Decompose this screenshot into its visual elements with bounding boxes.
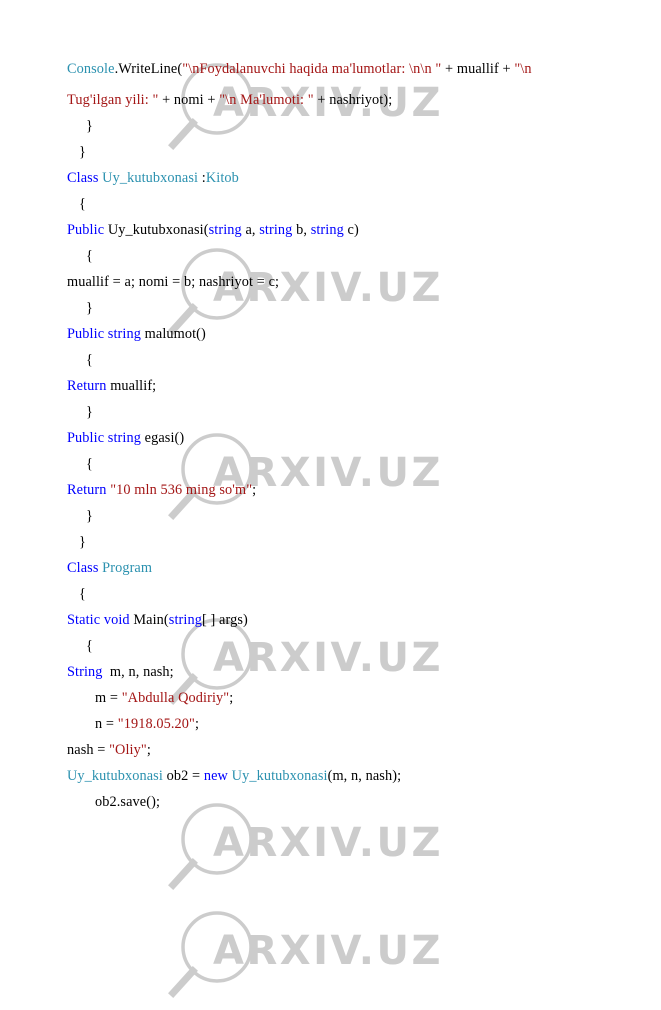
- code-token-keyword: string: [208, 222, 242, 238]
- code-line: {: [79, 586, 86, 602]
- code-token-type: Uy_kutubxonasi: [231, 768, 328, 784]
- code-line: Return "10 mln 536 ming so'm";: [67, 482, 256, 498]
- code-token-string: "Abdulla Qodiriy": [121, 690, 230, 706]
- code-line: Return muallif;: [67, 378, 156, 394]
- code-line: m = "Abdulla Qodiriy";: [95, 690, 233, 706]
- code-token-string: "1918.05.20": [117, 716, 195, 732]
- code-line: Class Program: [67, 560, 152, 576]
- code-token-keyword: Public string: [67, 430, 145, 446]
- code-token-keyword: string: [310, 222, 344, 238]
- code-token-type: Uy_kutubxonasi: [67, 768, 167, 784]
- code-token-keyword: new: [203, 768, 232, 784]
- code-token-plain: m, n, nash;: [102, 664, 174, 680]
- code-line: {: [86, 352, 93, 368]
- code-token-plain: {: [79, 586, 86, 602]
- code-token-plain: }: [86, 300, 93, 316]
- code-token-plain: }: [79, 534, 86, 550]
- code-token-plain: muallif = a; nomi = b; nashriyot = c;: [67, 274, 280, 290]
- code-token-string: Tug'ilgan yili: ": [67, 92, 159, 108]
- code-token-plain: + nomi +: [158, 92, 220, 108]
- code-token-plain: ;: [229, 690, 234, 706]
- code-token-keyword: Return: [67, 482, 111, 498]
- code-token-keyword: Public: [67, 222, 108, 238]
- code-token-plain: }: [86, 404, 93, 420]
- code-token-plain: {: [86, 456, 93, 472]
- code-token-string: "\nFoydalanuvchi haqida ma'lumotlar: \n\…: [182, 61, 442, 77]
- code-token-plain: a,: [241, 222, 260, 238]
- code-token-string: "\n Ma'lumoti: ": [219, 92, 314, 108]
- code-line: String m, n, nash;: [67, 664, 174, 680]
- code-line: }: [79, 144, 86, 160]
- code-token-plain: ob2 =: [166, 768, 204, 784]
- code-token-plain: Uy_kutubxonasi(: [107, 222, 209, 238]
- code-line: Public string malumot(): [67, 326, 206, 342]
- code-line: }: [86, 300, 93, 316]
- code-token-plain: [ ] args): [201, 612, 248, 628]
- code-token-plain: c): [343, 222, 359, 238]
- code-token-keyword: Class: [67, 170, 103, 186]
- code-token-plain: ;: [194, 716, 200, 732]
- code-token-plain: muallif;: [110, 378, 157, 394]
- code-line: }: [86, 118, 93, 134]
- code-token-plain: m =: [95, 690, 122, 706]
- code-token-keyword: String: [67, 664, 103, 680]
- code-token-plain: + muallif +: [441, 61, 515, 77]
- code-line: {: [86, 248, 93, 264]
- code-token-keyword: Class: [67, 560, 103, 576]
- code-line: Tug'ilgan yili: " + nomi + "\n Ma'lumoti…: [67, 92, 392, 108]
- code-token-type: Program: [102, 560, 153, 576]
- magnifier-handle-icon: [168, 966, 198, 998]
- code-token-string: "Oliy": [109, 742, 147, 758]
- code-token-plain: {: [86, 638, 93, 654]
- code-line: ob2.save();: [95, 794, 160, 810]
- code-token-plain: {: [86, 248, 93, 264]
- code-line: Static void Main(string[ ] args): [67, 612, 248, 628]
- code-line: muallif = a; nomi = b; nashriyot = c;: [67, 274, 279, 290]
- code-token-plain: n =: [95, 716, 118, 732]
- code-token-keyword: string: [168, 612, 202, 628]
- code-token-plain: malumot(): [144, 326, 206, 342]
- code-token-plain: }: [86, 118, 93, 134]
- code-token-keyword: string: [259, 222, 293, 238]
- code-line: Public Uy_kutubxonasi(string a, string b…: [67, 222, 359, 238]
- code-token-type: Console: [67, 61, 115, 77]
- code-token-string: "10 mln 536 ming so'm": [110, 482, 253, 498]
- code-line: n = "1918.05.20";: [95, 716, 199, 732]
- code-line: nash = "Oliy";: [67, 742, 151, 758]
- code-line: Uy_kutubxonasi ob2 = new Uy_kutubxonasi(…: [67, 768, 401, 784]
- code-line: {: [86, 456, 93, 472]
- code-token-plain: Main(: [133, 612, 169, 628]
- code-token-plain: ob2.save();: [95, 794, 161, 810]
- code-token-plain: }: [79, 144, 86, 160]
- code-token-plain: ;: [252, 482, 257, 498]
- code-line: }: [86, 508, 93, 524]
- code-line: {: [86, 638, 93, 654]
- code-listing: Console.WriteLine("\nFoydalanuvchi haqid…: [0, 0, 661, 935]
- code-line: {: [79, 196, 86, 212]
- code-token-plain: {: [79, 196, 86, 212]
- code-token-keyword: Return: [67, 378, 111, 394]
- code-token-plain: (m, n, nash);: [327, 768, 402, 784]
- code-line: Public string egasi(): [67, 430, 184, 446]
- code-token-plain: {: [86, 352, 93, 368]
- code-token-plain: }: [86, 508, 93, 524]
- code-token-type: Kitob: [205, 170, 239, 186]
- code-token-type: Uy_kutubxonasi: [102, 170, 202, 186]
- code-token-plain: + nashriyot);: [313, 92, 393, 108]
- code-token-string: "\n: [514, 61, 532, 77]
- code-token-plain: egasi(): [144, 430, 185, 446]
- code-token-keyword: Public string: [67, 326, 145, 342]
- code-token-plain: b,: [292, 222, 311, 238]
- code-token-keyword: Static void: [67, 612, 134, 628]
- code-token-plain: nash =: [67, 742, 110, 758]
- code-line: Console.WriteLine("\nFoydalanuvchi haqid…: [67, 61, 532, 77]
- code-token-plain: ;: [146, 742, 151, 758]
- code-line: }: [79, 534, 86, 550]
- code-line: }: [86, 404, 93, 420]
- code-line: Class Uy_kutubxonasi :Kitob: [67, 170, 239, 186]
- code-token-plain: .WriteLine(: [114, 61, 183, 77]
